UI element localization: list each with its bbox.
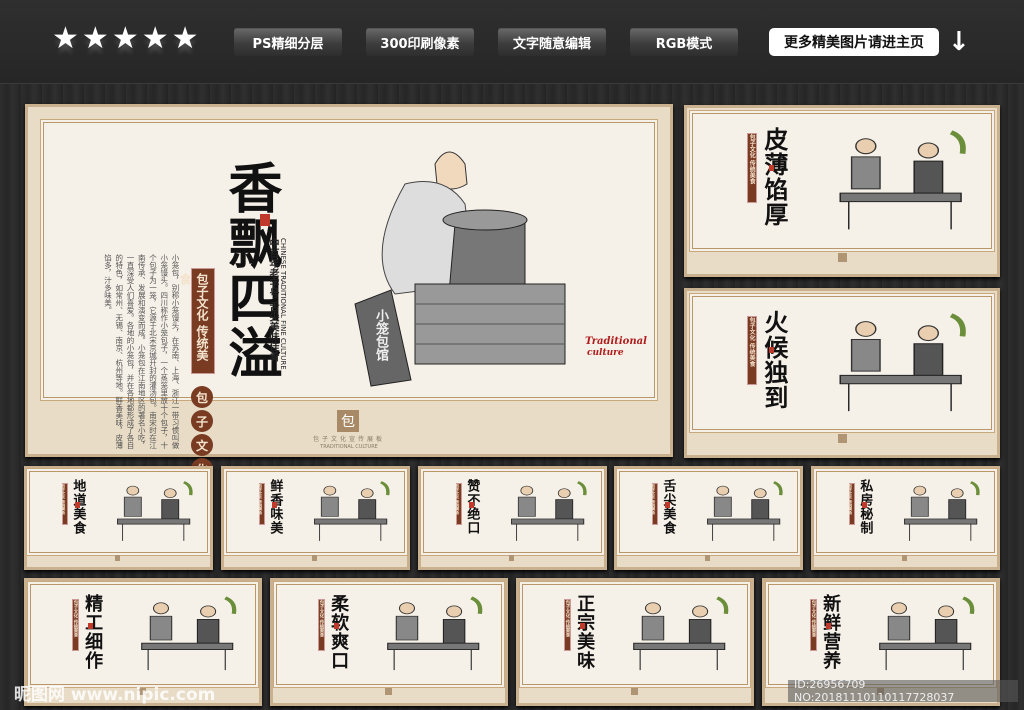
poster-thumbnail[interactable]: 包子文化 传统美食 舌尖美食 (614, 466, 803, 570)
image-id-label: ID:26956709 NO:20181110110117728037 (788, 678, 1018, 704)
ps-layers-badge: PS精细分层 (234, 28, 342, 56)
red-seal (75, 502, 81, 509)
footer-emblem (385, 688, 392, 695)
thumb-badge: 包子文化 传统美食 (809, 598, 818, 651)
thumb-badge: 包子文化 传统美食 (71, 598, 80, 651)
cook-illustration (707, 481, 783, 542)
star-icon: ★ (81, 21, 109, 56)
footer-emblem (311, 555, 317, 561)
nipic-watermark: 昵图网 www.nipic.com (14, 685, 216, 705)
poster-thumbnail[interactable]: 包子文化 传统美食 赞不绝口 (418, 466, 607, 570)
cook-illustration (839, 130, 966, 230)
footer-emblem (901, 555, 907, 561)
thumb-title: 正宗美味 (574, 594, 596, 671)
thumb-title: 火候独到 (759, 309, 789, 410)
traditional-label: Traditional (585, 336, 647, 347)
cook-illustration (904, 481, 980, 542)
circle-char: 子 (191, 410, 213, 432)
cook-illustration (879, 596, 975, 671)
culture-label: culture (587, 348, 624, 358)
poster-thumbnail[interactable]: 包子文化 传统美食 柔软爽口 (270, 578, 508, 706)
footer-emblem (114, 555, 120, 561)
star-icon: ★ (171, 21, 199, 56)
cook-illustration (314, 481, 390, 542)
shop-sign: 小笼包馆 (373, 309, 388, 361)
red-seal (769, 165, 775, 171)
poster-badge: 包子文化 传统美食 (178, 268, 215, 374)
thumb-title: 精工细作 (82, 594, 104, 671)
thumb-badge: 包子文化 传统美食 (455, 482, 462, 526)
poster-thumbnail[interactable]: 包子文化 传统美食 私房秘制 (811, 466, 1000, 570)
poster-thumbnail[interactable]: 包子文化 传统美食 地道美食 (24, 466, 213, 570)
poster-slogan: 中百年老字号 舌尖美味佳肴 (267, 238, 278, 362)
more-images-button[interactable]: 更多精美图片请进主页 (769, 28, 939, 56)
poster-footer-en: TRADITIONAL CULTURE (320, 444, 378, 450)
thumb-badge: 包子文化 传统美食 (747, 133, 758, 203)
thumb-badge: 包子文化 传统美食 (848, 482, 855, 526)
star-icon: ★ (52, 21, 79, 56)
cook-illustration (141, 596, 237, 671)
top-toolbar: ★ ★ ★ ★ ★ PS精细分层 300印刷像素 文字随意编辑 RGB模式 更多… (0, 0, 1024, 84)
thumb-badge: 包子文化 传统美食 (747, 315, 758, 385)
thumb-badge: 包子文化 传统美食 (258, 482, 265, 526)
cook-illustration (839, 313, 966, 411)
star-icon: ★ (111, 21, 139, 56)
poster-english: CHINESE TRADITIONAL FINE CULTURE (279, 238, 287, 370)
thumb-title: 皮薄馅厚 (759, 127, 789, 227)
rating-stars: ★ ★ ★ ★ ★ (52, 24, 199, 54)
red-seal (469, 502, 475, 509)
footer-emblem (838, 253, 847, 262)
circle-char: 包 (191, 386, 213, 408)
thumb-title: 新鲜营养 (820, 594, 842, 671)
thumb-badge: 包子文化 传统美食 (61, 482, 68, 526)
poster-thumbnail[interactable]: 包子文化 传统美食 正宗美味 (516, 578, 754, 706)
red-seal (88, 622, 94, 629)
footer-emblem: 包 (337, 410, 359, 432)
cook-illustration (387, 596, 483, 671)
cook-illustration (511, 481, 587, 542)
red-seal (826, 622, 832, 629)
red-seal (334, 622, 340, 629)
red-seal (580, 622, 586, 629)
print-resolution-badge: 300印刷像素 (366, 28, 474, 56)
star-icon: ★ (141, 21, 169, 56)
thumb-title: 柔软爽口 (328, 594, 350, 671)
footer-emblem (704, 555, 710, 561)
cook-illustration (117, 481, 193, 542)
footer-emblem (631, 688, 638, 695)
poster-body-text: 小笼包，别称小笼馒头，在苏南、上海、浙江一带习惯叫做小笼馒头。四川称作小笼包子，… (103, 254, 181, 449)
poster-footer-text: 包子文化宣传展板 (312, 436, 385, 443)
editable-text-badge: 文字随意编辑 (498, 28, 606, 56)
main-poster: 小笼包，别称小笼馒头，在苏南、上海、浙江一带习惯叫做小笼馒头。四川称作小笼包子，… (25, 104, 673, 480)
red-seal (260, 214, 270, 226)
thumb-badge: 包子文化 传统美食 (317, 598, 326, 651)
red-seal (862, 502, 868, 509)
rgb-mode-badge: RGB模式 (630, 28, 738, 56)
poster-thumbnail[interactable]: 包子文化 传统美食 皮薄馅厚 (684, 105, 1000, 277)
cook-illustration (633, 596, 729, 671)
thumb-badge: 包子文化 传统美食 (651, 482, 658, 526)
thumb-badge: 包子文化 传统美食 (563, 598, 572, 651)
arrow-down-icon: ↓ (948, 27, 970, 57)
red-seal (665, 502, 671, 509)
red-seal (769, 347, 775, 354)
footer-emblem (838, 434, 847, 444)
poster-thumbnail[interactable]: 包子文化 传统美食 火候独到 (684, 288, 1000, 458)
poster-thumbnail[interactable]: 包子文化 传统美食 鲜香味美 (221, 466, 410, 570)
red-seal (272, 502, 278, 509)
footer-emblem (508, 555, 514, 561)
